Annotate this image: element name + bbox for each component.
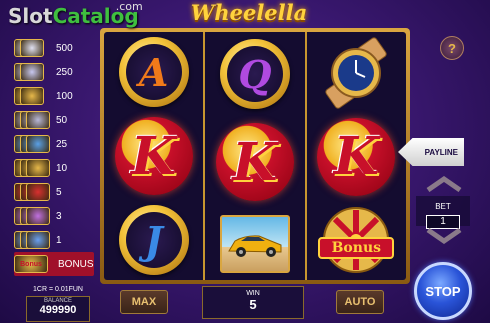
paytable-row: Bonus BONUS	[14, 252, 94, 276]
chevron-up-icon	[426, 176, 462, 192]
paytable-symbol-stack	[14, 231, 50, 249]
bet-value: 1	[426, 215, 460, 229]
paytable-value: 100	[56, 90, 73, 102]
symbol-k: K	[114, 117, 193, 195]
paytable-symbol-stack	[14, 111, 50, 129]
watch-icon	[325, 37, 387, 109]
paytable-symbol-stack	[14, 87, 44, 105]
paytable-value: BONUS	[58, 258, 94, 270]
paytable-value: 25	[56, 138, 68, 150]
bet-label: BET	[435, 202, 451, 211]
paytable-symbol-stack	[14, 39, 44, 57]
symbol-q: Q	[219, 39, 290, 109]
paytable-value: 250	[56, 66, 73, 78]
stop-button[interactable]: STOP	[414, 262, 472, 320]
watch-symbol	[321, 37, 391, 109]
paytable-row: 50	[14, 108, 94, 132]
paytable-row: 100	[14, 84, 94, 108]
paytable-row: 3	[14, 204, 94, 228]
paytable-value: 50	[56, 114, 68, 126]
bonus-symbol: Bonus	[318, 205, 395, 275]
paytable-symbol-stack	[14, 207, 50, 225]
symbol-a-letter: A	[125, 44, 182, 100]
symbol-a: A	[118, 37, 189, 107]
paytable-symbol-icon	[20, 63, 44, 81]
paytable-symbol-stack	[14, 135, 50, 153]
paytable-symbol-icon	[26, 231, 50, 249]
paytable-row: 500	[14, 36, 94, 60]
bet-increase-button[interactable]	[424, 176, 464, 192]
paytable-value: 3	[56, 210, 62, 222]
watermark-slot: Slot	[8, 4, 53, 28]
win-value: 5	[249, 297, 257, 312]
paytable-symbol-stack: Bonus	[14, 255, 48, 273]
paytable-symbol-stack	[14, 183, 50, 201]
symbol-k: K	[215, 123, 294, 201]
reel-1: A K J	[104, 32, 206, 280]
paytable: 500 250 100 50 25 10 5 3 1 Bonus BONUS	[14, 36, 94, 276]
chevron-down-icon	[426, 228, 462, 244]
symbol-j-letter: J	[125, 212, 182, 268]
game-title: Wheelella	[190, 0, 308, 25]
slotcatalog-watermark: Slot Catalog .com	[8, 0, 143, 28]
paytable-value: 10	[56, 162, 68, 174]
paytable-row: 250	[14, 60, 94, 84]
paytable-value: 500	[56, 42, 73, 54]
paytable-symbol-icon	[20, 39, 44, 57]
help-button[interactable]: ?	[440, 36, 464, 60]
balance-value: 499990	[39, 304, 77, 316]
car-icon	[228, 235, 282, 257]
watermark-com: .com	[115, 0, 143, 13]
max-bet-button[interactable]: MAX	[120, 290, 168, 314]
reel-3: K Bonus	[307, 32, 406, 280]
win-panel: WIN 5	[202, 286, 304, 319]
paytable-row: 1	[14, 228, 94, 252]
paytable-symbol-icon	[26, 207, 50, 225]
auto-spin-button[interactable]: AUTO	[336, 290, 384, 314]
paytable-value: 5	[56, 186, 62, 198]
symbol-q-letter: Q	[226, 46, 283, 102]
paytable-value: 1	[56, 234, 62, 246]
paytable-row: 25	[14, 132, 94, 156]
credit-rate: 1CR = 0.01FUN	[33, 286, 83, 293]
bet-decrease-button[interactable]	[424, 228, 464, 244]
win-label: WIN	[246, 290, 260, 297]
balance-panel: BALANCE 499990	[26, 296, 90, 322]
reels-frame: A K J Q K K Bonus	[100, 28, 410, 284]
paytable-symbol-icon	[26, 135, 50, 153]
symbol-k: K	[317, 117, 396, 196]
paytable-symbol-icon	[20, 87, 44, 105]
paytable-symbol-icon	[26, 111, 50, 129]
car-symbol	[219, 215, 290, 273]
symbol-j: J	[118, 205, 189, 275]
paytable-symbol-icon	[26, 183, 50, 201]
reel-2: Q K	[205, 32, 307, 280]
paytable-symbol-stack	[14, 63, 44, 81]
paytable-symbol-stack	[14, 159, 50, 177]
paytable-symbol-icon	[26, 159, 50, 177]
paytable-symbol-icon: Bonus	[14, 255, 48, 273]
paytable-row: 5	[14, 180, 94, 204]
paytable-row: 10	[14, 156, 94, 180]
bonus-label: Bonus	[318, 237, 395, 260]
bet-panel: BET 1	[416, 196, 470, 229]
